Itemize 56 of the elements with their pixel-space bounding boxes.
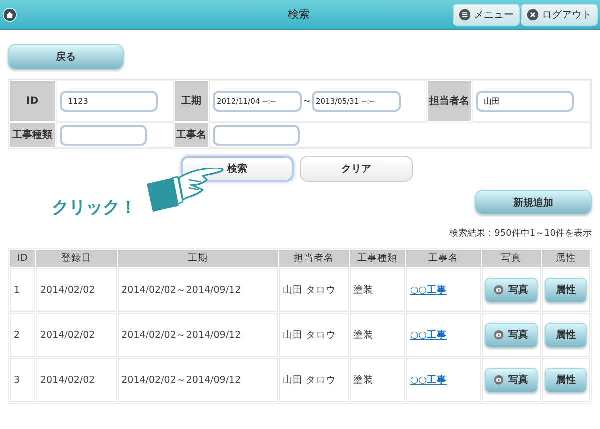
work-name-link[interactable]: ○○工事 [410, 330, 447, 340]
work-name-link[interactable]: ○○工事 [410, 374, 447, 386]
back-button[interactable]: 戻る [8, 44, 124, 70]
home-icon [3, 8, 17, 22]
photo-button[interactable]: 写真 [484, 322, 538, 348]
table-cell: 1 [10, 268, 36, 312]
camera-icon [494, 375, 504, 385]
field-label: 工事種類 [9, 122, 56, 148]
photo-button[interactable]: 写真 [484, 278, 538, 302]
close-icon [527, 8, 539, 20]
table-cell: 山田 タロウ [279, 268, 349, 312]
result-summary: 検索結果：950件中1～10件を表示 [448, 228, 592, 240]
table-cell: 2014/02/02～2014/09/12 [118, 358, 278, 402]
column-header: 担当者名 [279, 250, 349, 267]
column-header: 工期 [118, 250, 278, 267]
work-name-link[interactable]: ○○工事 [410, 284, 447, 296]
work-type-field[interactable] [60, 124, 147, 146]
column-header: 登録日 [36, 250, 117, 267]
attribute-button[interactable]: 属性 [544, 322, 587, 348]
column-header: 工事名 [406, 250, 481, 267]
field-label: 担当者名 [427, 80, 472, 122]
column-header: 属性 [542, 250, 590, 267]
attribute-button[interactable]: 属性 [544, 368, 587, 392]
table-cell: 2014/02/02 [36, 268, 117, 312]
table-cell: 2014/02/02～2014/09/12 [118, 268, 278, 312]
new-button[interactable]: 新規追加 [475, 190, 592, 215]
id-field[interactable]: 1123 [60, 90, 158, 112]
table-cell: 塗装 [350, 268, 406, 312]
work-name-field[interactable] [213, 124, 300, 146]
table-cell: 3 [10, 358, 36, 402]
field-label: 工事名 [174, 122, 209, 148]
menu-button[interactable]: メニュー [453, 4, 520, 26]
photo-button[interactable]: 写真 [484, 368, 538, 392]
callout-text: クリック！ [52, 197, 137, 219]
clear-button[interactable]: クリア [300, 156, 413, 182]
table-cell: 山田 タロウ [279, 313, 349, 357]
field-label: 工期 [174, 80, 209, 122]
table-cell: 塗装 [350, 313, 406, 357]
range-separator: ～ [302, 95, 312, 108]
column-header: ID [10, 250, 36, 267]
menu-icon [459, 8, 471, 20]
page-title: 検索 [288, 7, 310, 22]
table-cell: 2014/02/02 [36, 313, 117, 357]
table-cell: 2 [10, 313, 36, 357]
table-cell: 2014/02/02 [36, 358, 117, 402]
logout-button[interactable]: ログアウト [521, 4, 598, 26]
person-field[interactable]: 山田 [476, 90, 574, 112]
table-cell: 塗装 [350, 358, 406, 402]
attribute-button[interactable]: 属性 [544, 278, 587, 302]
field-label: ID [9, 80, 56, 122]
camera-icon [494, 330, 504, 340]
column-header: 写真 [482, 250, 541, 267]
table-cell: 山田 タロウ [279, 358, 349, 402]
table-cell: 2014/02/02～2014/09/12 [118, 313, 278, 357]
camera-icon [494, 285, 504, 295]
column-header: 工事種類 [350, 250, 406, 267]
